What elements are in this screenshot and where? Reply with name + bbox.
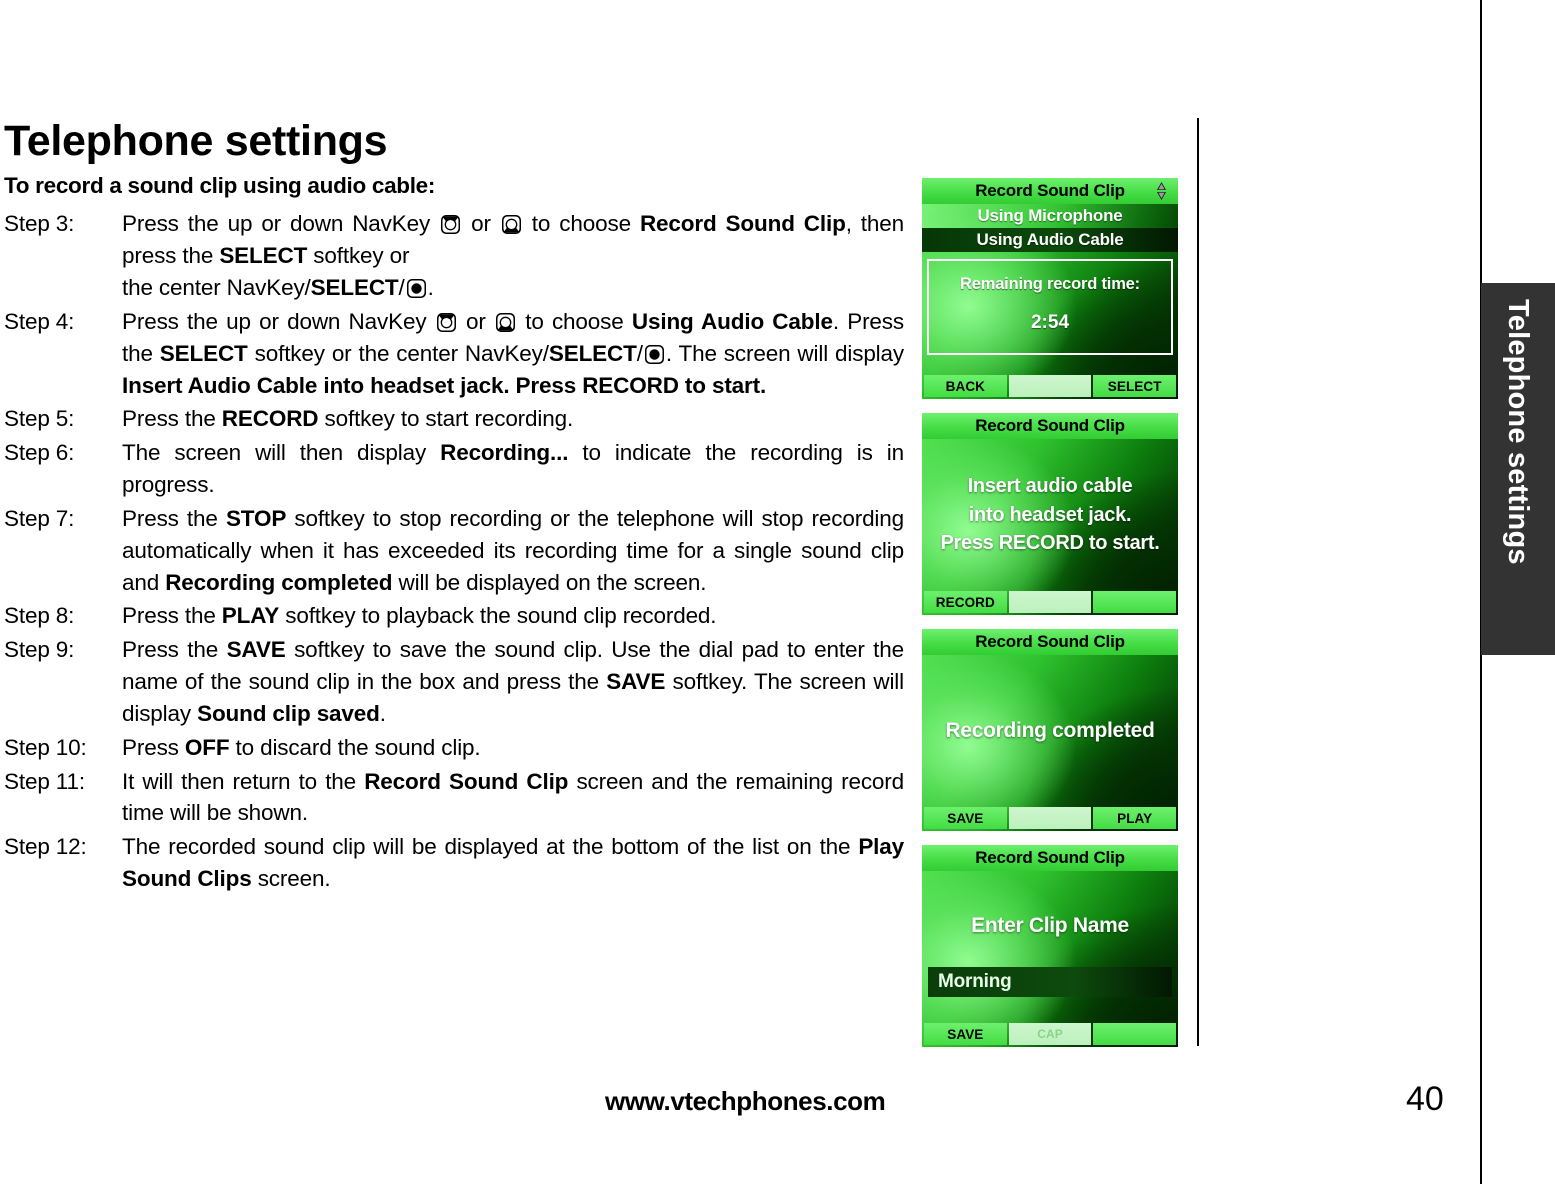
step-item: Step 5: Press the RECORD softkey to start…: [4, 403, 904, 435]
phone-screen: Record Sound Clip Insert audio cable into …: [922, 413, 1178, 615]
menu-item-selected[interactable]: Using Audio Cable: [922, 228, 1178, 252]
step-item: Step 9: Press the SAVE softkey to save th…: [4, 634, 904, 729]
section-side-tab: Telephone settings: [1481, 283, 1555, 655]
softkey-center[interactable]: [1008, 375, 1092, 397]
step-label: Step 6:: [4, 440, 75, 466]
screen-message-area: Insert audio cable into headset jack. Pres…: [922, 439, 1178, 591]
screen-spacer: [922, 355, 1178, 375]
menu-item[interactable]: Using Microphone: [922, 204, 1178, 228]
phone-screen: Record Sound Clip Enter Clip Name Morning S…: [922, 845, 1178, 1047]
screen-message-line: Press RECORD to start.: [940, 532, 1160, 555]
softkey-bar: SAVE CAP: [922, 1023, 1178, 1047]
instructions-column: Telephone settings To record a sound cli…: [4, 118, 904, 897]
screen-message-area: Enter Clip Name Morning: [922, 871, 1178, 1023]
screen-title-bar: Record Sound Clip: [922, 413, 1178, 439]
remaining-time-label: Remaining record time:: [960, 275, 1140, 293]
navkey-up-icon: [440, 214, 461, 235]
clip-name-input[interactable]: Morning: [928, 966, 1172, 997]
step-text: The recorded sound clip will be displaye…: [122, 834, 904, 891]
screen-title: Record Sound Clip: [975, 632, 1125, 651]
screen-title-bar: Record Sound Clip: [922, 629, 1178, 655]
steps-list: Step 3: Press the up or down NavKey or to…: [4, 208, 904, 894]
step-label: Step 8:: [4, 603, 75, 629]
step-text: Press OFF to discard the sound clip.: [122, 734, 481, 760]
screen-title: Record Sound Clip: [975, 181, 1125, 200]
screen-message-line: Enter Clip Name: [971, 914, 1129, 937]
phone-screen-canvas: Record Sound Clip Enter Clip Name Morning S…: [922, 845, 1178, 1047]
softkey-right-play[interactable]: PLAY: [1093, 807, 1177, 829]
navkey-up-icon: [436, 312, 457, 333]
softkey-left-back[interactable]: BACK: [924, 375, 1007, 397]
step-item: Step 12: The recorded sound clip will be …: [4, 831, 904, 895]
screen-message-area: Recording completed: [922, 655, 1178, 807]
screen-title: Record Sound Clip: [975, 848, 1125, 867]
screen-message-line: Insert audio cable: [967, 475, 1133, 498]
step-label: Step 10:: [4, 734, 87, 760]
step-text: Press the up or down NavKey or to choose…: [122, 211, 904, 301]
page-title: Telephone settings: [4, 117, 388, 165]
step-item: Step 3: Press the up or down NavKey or to…: [4, 208, 904, 303]
step-label: Step 11:: [4, 768, 85, 794]
screen-title-bar: Record Sound Clip: [922, 178, 1178, 204]
navkey-down-icon: [495, 312, 516, 333]
phone-screen: Record Sound Clip Recording completed SAVE…: [922, 629, 1178, 831]
remaining-time-box: Remaining record time: 2:54: [927, 259, 1173, 355]
step-item: Step 11: It will then return to the Recor…: [4, 766, 904, 830]
step-label: Step 4:: [4, 308, 75, 334]
step-item: Step 7: Press the STOP softkey to stop re…: [4, 503, 904, 598]
navkey-center-icon: [644, 344, 665, 365]
phone-screen-canvas: Record Sound Clip Recording completed SAVE…: [922, 629, 1178, 831]
softkey-left-record[interactable]: RECORD: [924, 591, 1007, 613]
softkey-center-cap[interactable]: CAP: [1008, 1023, 1092, 1045]
navkey-down-icon: [501, 214, 522, 235]
step-item: Step 10: Press OFF to discard the sound c…: [4, 732, 904, 764]
softkey-right-select[interactable]: SELECT: [1093, 375, 1177, 397]
softkey-center[interactable]: [1008, 591, 1092, 613]
column-divider-rule: [1197, 118, 1199, 1046]
screen-message-line: into headset jack.: [968, 503, 1132, 526]
step-text: Press the SAVE softkey to save the sound…: [122, 637, 905, 726]
softkey-bar: SAVE PLAY: [922, 807, 1178, 831]
step-item: Step 4: Press the up or down NavKey or to…: [4, 306, 904, 401]
step-text: The screen will then display Recording..…: [122, 440, 904, 498]
step-item: Step 6: The screen will then display Reco…: [4, 437, 904, 501]
remaining-time-value: 2:54: [1030, 312, 1070, 333]
step-label: Step 12:: [4, 834, 87, 860]
section-side-tab-label: Telephone settings: [1502, 299, 1535, 565]
section-intro: To record a sound clip using audio cable…: [4, 173, 436, 199]
softkey-right[interactable]: [1093, 1023, 1177, 1045]
step-text: Press the up or down NavKey or to choose…: [122, 308, 904, 398]
softkey-bar: BACK SELECT: [922, 375, 1178, 399]
phone-screen-canvas: Record Sound Clip Using Microphone Using A…: [922, 178, 1178, 399]
step-label: Step 7:: [4, 505, 75, 531]
screen-message-line: Recording completed: [945, 719, 1155, 743]
softkey-left-save[interactable]: SAVE: [924, 807, 1007, 829]
screen-title: Record Sound Clip: [975, 416, 1125, 435]
screen-title-bar: Record Sound Clip: [922, 845, 1178, 871]
phone-screen-figures: Record Sound Clip Using Microphone Using A…: [922, 178, 1178, 1061]
softkey-center[interactable]: [1008, 807, 1092, 829]
footer-website-url: www.vtechphones.com: [605, 1086, 886, 1116]
softkey-bar: RECORD: [922, 591, 1178, 615]
step-label: Step 9:: [4, 637, 75, 663]
navkey-center-icon: [406, 278, 427, 299]
softkey-left-save[interactable]: SAVE: [924, 1023, 1007, 1045]
phone-screen-canvas: Record Sound Clip Insert audio cable into …: [922, 413, 1178, 615]
footer-page-number: 40: [1406, 1080, 1444, 1118]
phone-screen: Record Sound Clip Using Microphone Using A…: [922, 178, 1178, 399]
softkey-right[interactable]: [1093, 591, 1177, 613]
step-text: Press the RECORD softkey to start record…: [122, 406, 574, 432]
step-item: Step 8: Press the PLAY softkey to playbac…: [4, 600, 904, 632]
step-text: It will then return to the Record Sound …: [122, 768, 904, 826]
step-label: Step 3:: [4, 211, 75, 237]
step-text: Press the STOP softkey to stop recording…: [122, 505, 905, 595]
scroll-up-down-arrow-icon: [1157, 182, 1166, 200]
step-text: Press the PLAY softkey to playback the s…: [122, 603, 717, 629]
step-label: Step 5:: [4, 406, 75, 432]
